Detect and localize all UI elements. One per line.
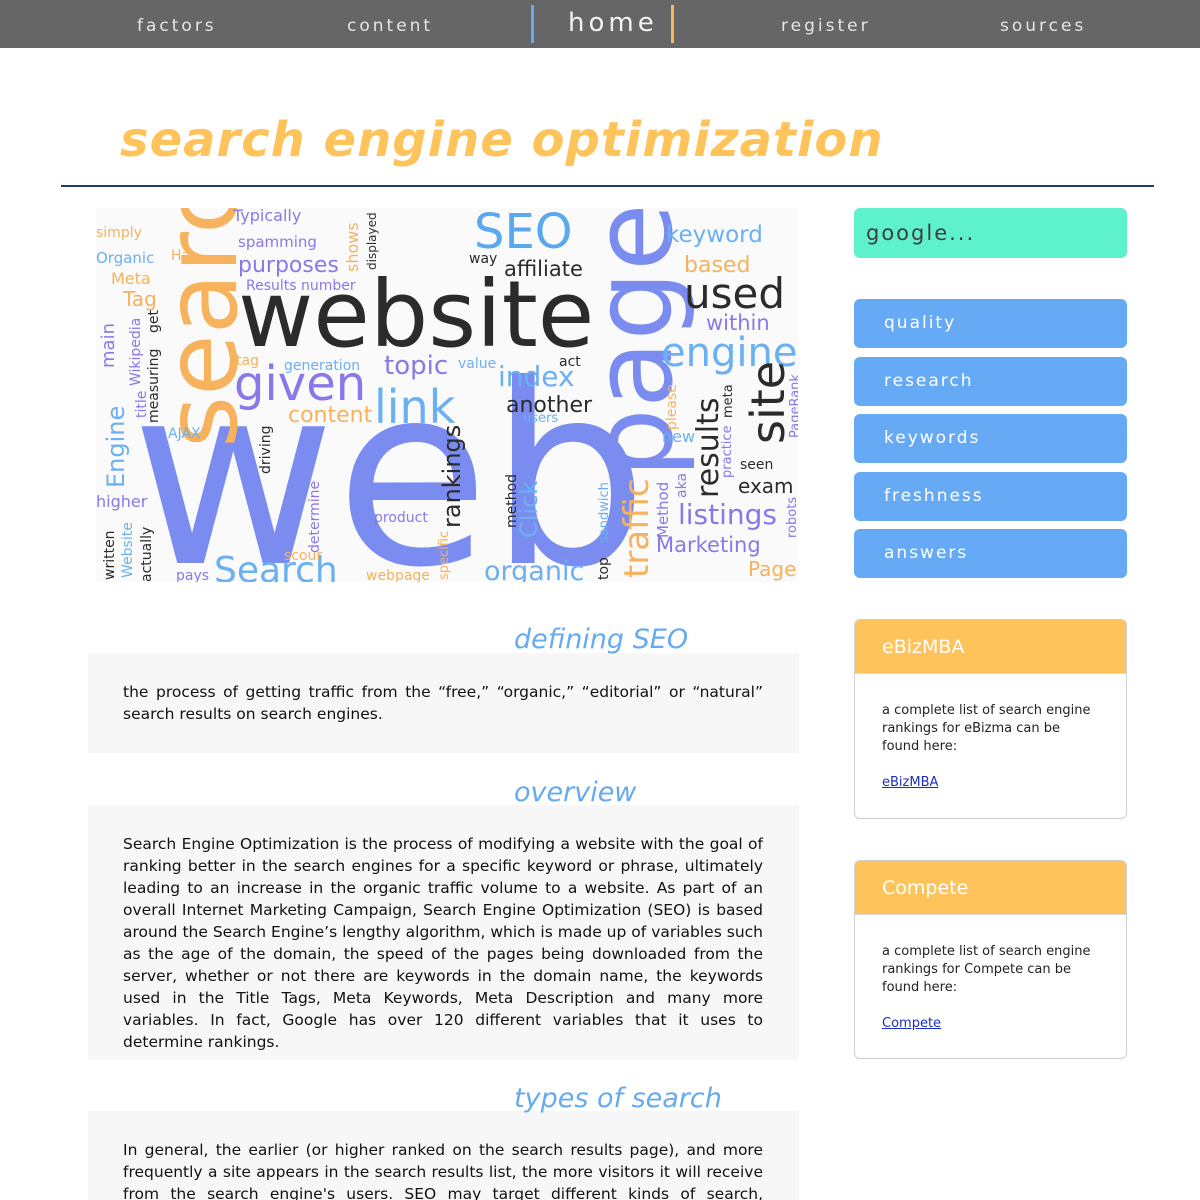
- cloud-word: Organic: [96, 249, 154, 267]
- cloud-word: driving: [258, 426, 274, 474]
- compete-link[interactable]: Compete: [882, 1015, 941, 1033]
- section-heading-overview: overview: [514, 777, 637, 808]
- card-title: eBizMBA: [855, 620, 1126, 674]
- cloud-word: affiliate: [504, 257, 583, 281]
- section-text-defining-seo: the process of getting traffic from the …: [123, 683, 763, 723]
- cloud-word: webpage: [366, 568, 430, 582]
- cloud-word: meta: [721, 384, 736, 418]
- section-defining-seo: the process of getting traffic from the …: [88, 653, 799, 753]
- cloud-word: spamming: [238, 233, 317, 251]
- word-cloud-svg: webwebsitepagesearch SEOgiven linkengineus…: [96, 208, 798, 582]
- cloud-word: simply: [96, 225, 142, 241]
- section-heading-defining-seo: defining SEO: [514, 624, 689, 655]
- cloud-word: Page: [748, 557, 796, 581]
- cloud-word: content: [288, 403, 373, 428]
- title-divider: [61, 185, 1154, 187]
- cloud-word: keyword: [666, 222, 763, 248]
- cloud-word: Website: [120, 522, 136, 578]
- compete-card: Compete a complete list of search engine…: [854, 860, 1127, 1059]
- cloud-word: Wikipedia: [128, 318, 144, 386]
- cloud-word: traffic: [617, 478, 657, 578]
- cloud-word: AJAX: [168, 426, 201, 442]
- cloud-word: robots: [785, 497, 798, 538]
- cloud-word: specific: [437, 531, 452, 580]
- cloud-word: Tag: [122, 287, 157, 311]
- cloud-word: product: [374, 510, 428, 526]
- nav-item-sources[interactable]: sources: [1000, 16, 1086, 36]
- cloud-word: within: [706, 311, 770, 335]
- cloud-word: get: [146, 310, 162, 334]
- card-body: a complete list of search engine ranking…: [855, 915, 1126, 1033]
- cloud-word: please: [664, 384, 680, 430]
- card-text: a complete list of search engine ranking…: [882, 944, 1091, 995]
- section-text-types-of-search: In general, the earlier (or higher ranke…: [123, 1141, 763, 1200]
- cloud-word: aka: [674, 473, 690, 498]
- cloud-word: main: [98, 323, 119, 368]
- cloud-word: method: [504, 474, 520, 528]
- cloud-word: rankings: [438, 425, 466, 528]
- cloud-word: Meta: [111, 269, 151, 288]
- nav-item-register[interactable]: register: [781, 16, 871, 36]
- section-types-of-search: In general, the earlier (or higher ranke…: [88, 1111, 799, 1200]
- cloud-word: value: [458, 356, 496, 372]
- cloud-word: seen: [740, 457, 773, 473]
- sidebar-button-research[interactable]: research: [854, 357, 1127, 406]
- cloud-word: Method: [654, 482, 672, 538]
- section-text-overview: Search Engine Optimization is the proces…: [123, 835, 763, 1051]
- nav-divider-right: [671, 5, 674, 43]
- nav-divider-left: [531, 5, 534, 43]
- cloud-word: top: [596, 557, 612, 580]
- cloud-word: way: [469, 251, 497, 267]
- cloud-word: exam: [738, 474, 794, 498]
- page-title: search engine optimization: [120, 112, 884, 168]
- cloud-word: measuring: [146, 349, 162, 423]
- cloud-word: based: [684, 253, 750, 278]
- cloud-word: purposes: [238, 253, 339, 278]
- cloud-word: Results number: [246, 278, 356, 294]
- cloud-word: sandwich: [597, 482, 612, 543]
- nav-item-content[interactable]: content: [347, 16, 433, 36]
- section-overview: Search Engine Optimization is the proces…: [88, 805, 799, 1060]
- cloud-word: topic: [384, 351, 448, 381]
- cloud-word: PageRank: [788, 374, 798, 438]
- cloud-word: organic: [484, 556, 584, 582]
- cloud-word: shows: [343, 222, 362, 272]
- cloud-word: written: [102, 530, 118, 580]
- cloud-word: act: [559, 354, 581, 370]
- cloud-word: scour: [284, 548, 322, 564]
- cloud-word: generation: [284, 358, 360, 374]
- cloud-word: Hat: [171, 248, 196, 264]
- google-search-input[interactable]: [854, 208, 1127, 258]
- ebizmba-card: eBizMBA a complete list of search engine…: [854, 619, 1127, 819]
- top-navigation: factors content home register sources: [0, 0, 1200, 48]
- cloud-word: users: [523, 411, 558, 426]
- card-title: Compete: [855, 861, 1126, 915]
- cloud-word: Typically: [232, 208, 301, 225]
- cloud-word: pays: [176, 568, 209, 582]
- word-cloud-image: web website page search SEO given link engine us…: [96, 208, 798, 582]
- cloud-word: actually: [139, 527, 155, 582]
- cloud-word: practice: [720, 425, 735, 478]
- card-body: a complete list of search engine ranking…: [855, 674, 1126, 792]
- sidebar-button-quality[interactable]: quality: [854, 299, 1127, 348]
- sidebar-button-answers[interactable]: answers: [854, 529, 1127, 578]
- section-heading-types-of-search: types of search: [514, 1083, 722, 1114]
- cloud-word: determine: [307, 481, 323, 553]
- cloud-word: listings: [678, 498, 777, 531]
- ebizmba-link[interactable]: eBizMBA: [882, 774, 938, 792]
- cloud-word: displayed: [365, 212, 379, 270]
- sidebar-button-keywords[interactable]: keywords: [854, 414, 1127, 463]
- nav-item-home[interactable]: home: [568, 8, 658, 38]
- cloud-word: tag: [236, 353, 259, 369]
- cloud-word: site: [741, 361, 795, 444]
- sidebar-button-freshness[interactable]: freshness: [854, 472, 1127, 521]
- cloud-word: higher: [96, 492, 148, 511]
- cloud-word: Engine: [102, 406, 130, 488]
- card-text: a complete list of search engine ranking…: [882, 703, 1091, 754]
- nav-item-factors[interactable]: factors: [137, 16, 217, 36]
